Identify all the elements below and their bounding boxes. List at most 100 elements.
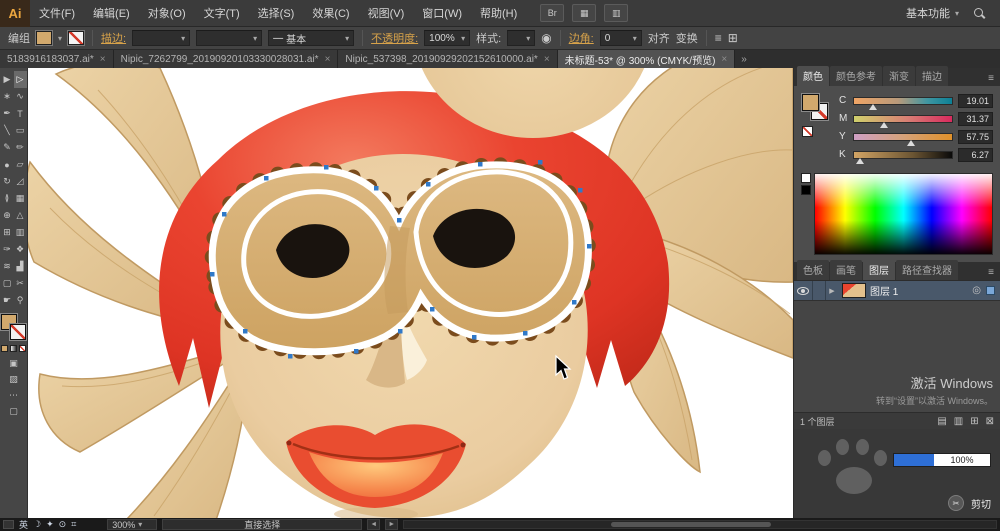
panel-tab-画笔[interactable]: 画笔 xyxy=(830,260,862,280)
recolor-artwork-icon[interactable]: ◉ xyxy=(541,31,551,45)
style-select[interactable]: ▾ xyxy=(507,30,535,46)
fill-proxy-swatch[interactable] xyxy=(802,94,819,111)
workspace-icon[interactable]: ▥ xyxy=(604,4,628,22)
delete-layer-icon[interactable]: ⊠ xyxy=(986,416,994,427)
draw-behind-icon[interactable]: ▨ xyxy=(9,374,18,385)
menu-item[interactable]: 文字(T) xyxy=(195,0,249,26)
ime-settings-icon[interactable]: ⊙ xyxy=(59,519,67,530)
slider-thumb[interactable] xyxy=(907,136,915,146)
panel-tab-色板[interactable]: 色板 xyxy=(797,260,829,280)
slider-y[interactable] xyxy=(853,133,953,141)
width-tool[interactable]: ≬ xyxy=(1,190,14,207)
type-tool[interactable]: T xyxy=(14,105,27,122)
new-sublayer-icon[interactable]: ▥ xyxy=(954,416,963,427)
ime-emoji-icon[interactable]: ✦ xyxy=(46,519,54,530)
perspective-grid-tool[interactable]: △ xyxy=(14,207,27,224)
taskbar-icon[interactable] xyxy=(3,520,14,529)
menu-item[interactable]: 视图(V) xyxy=(359,0,414,26)
zoom-tool[interactable]: ⚲ xyxy=(14,292,27,309)
fill-dropdown-icon[interactable]: ▾ xyxy=(58,34,62,43)
brush-definition-select[interactable]: ― 基本 ▾ xyxy=(268,30,354,46)
expand-layer-icon[interactable]: ▶ xyxy=(826,287,838,295)
selection-tool[interactable]: ▶ xyxy=(1,71,14,88)
eraser-tool[interactable]: ▱ xyxy=(14,156,27,173)
menu-item[interactable]: 窗口(W) xyxy=(413,0,471,26)
corner-link[interactable]: 边角: xyxy=(569,30,594,46)
close-tab-icon[interactable]: × xyxy=(721,54,727,65)
menu-item[interactable]: 对象(O) xyxy=(139,0,195,26)
menu-item[interactable]: 选择(S) xyxy=(249,0,304,26)
workspace-switcher[interactable]: 基本功能 ▾ xyxy=(906,5,959,21)
artboard-tool[interactable]: ▢ xyxy=(1,275,14,292)
fill-color-swatch[interactable] xyxy=(36,31,52,45)
horizontal-scrollbar[interactable] xyxy=(403,520,997,529)
new-layer-icon[interactable]: ⊞ xyxy=(970,416,978,427)
stroke-proxy-swatch[interactable] xyxy=(10,324,26,340)
document-tab-2[interactable]: Nipic_7262799_20190920103330028031.ai*× xyxy=(114,50,339,68)
panel-tab-描边[interactable]: 描边 xyxy=(916,66,948,86)
draw-normal-icon[interactable]: ▣ xyxy=(9,358,18,369)
symbol-sprayer-tool[interactable]: ≋ xyxy=(1,258,14,275)
document-tab-1[interactable]: 5183916183037.ai*× xyxy=(0,50,114,68)
close-tab-icon[interactable]: × xyxy=(325,54,331,65)
opacity-select[interactable]: 100% ▾ xyxy=(424,30,470,46)
mesh-tool[interactable]: ⊞ xyxy=(1,224,14,241)
slider-value-y[interactable]: 57.75 xyxy=(958,130,993,144)
column-graph-tool[interactable]: ▟ xyxy=(14,258,27,275)
gradient-mode-button[interactable] xyxy=(10,345,17,352)
scrollbar-thumb[interactable] xyxy=(611,522,771,527)
ime-lang-indicator[interactable]: 英 xyxy=(19,518,28,531)
menu-item[interactable]: 编辑(E) xyxy=(84,0,139,26)
transform-label[interactable]: 变换 xyxy=(676,30,698,46)
color-spectrum[interactable] xyxy=(814,173,993,255)
none-swatch[interactable] xyxy=(802,126,813,137)
black-swatch[interactable] xyxy=(801,185,811,195)
scale-tool[interactable]: ◿ xyxy=(14,173,27,190)
document-tab-4[interactable]: 未标题-53* @ 300% (CMYK/预览)× xyxy=(558,50,736,68)
more-options-icon[interactable]: ⋯ xyxy=(9,390,18,401)
scissors-icon[interactable]: ✂ xyxy=(948,495,964,511)
stroke-color-swatch[interactable] xyxy=(68,31,84,45)
slider-c[interactable] xyxy=(853,97,953,105)
layer-row[interactable]: ▶图层 1◎ xyxy=(794,281,1000,301)
search-icon[interactable] xyxy=(973,7,986,20)
panel-tab-颜色参考[interactable]: 颜色参考 xyxy=(830,66,882,86)
stroke-weight-select[interactable]: ▾ xyxy=(132,30,190,46)
gradient-tool[interactable]: ▥ xyxy=(14,224,27,241)
make-clipping-mask-icon[interactable]: ▤ xyxy=(937,416,946,427)
eyedropper-tool[interactable]: ✑ xyxy=(1,241,14,258)
slider-thumb[interactable] xyxy=(856,154,864,164)
document-tab-3[interactable]: Nipic_537398_20190929202152610000.ai*× xyxy=(338,50,557,68)
slider-value-k[interactable]: 6.27 xyxy=(958,148,993,162)
panel-menu-icon[interactable]: ≡ xyxy=(985,265,997,280)
free-transform-tool[interactable]: ▦ xyxy=(14,190,27,207)
layer-target-icon[interactable]: ◎ xyxy=(972,285,981,296)
align-options-icon[interactable]: ≡ xyxy=(715,31,722,45)
canvas[interactable] xyxy=(28,68,793,518)
slider-thumb[interactable] xyxy=(880,118,888,128)
visibility-toggle[interactable] xyxy=(794,281,813,300)
pen-tool[interactable]: ✒ xyxy=(1,105,14,122)
blob-brush-tool[interactable]: ● xyxy=(1,156,14,173)
slider-value-c[interactable]: 19.01 xyxy=(958,94,993,108)
direct-selection-tool[interactable]: ▷ xyxy=(14,71,27,88)
magic-wand-tool[interactable]: ∗ xyxy=(1,88,14,105)
line-segment-tool[interactable]: ╲ xyxy=(1,122,14,139)
panel-tab-颜色[interactable]: 颜色 xyxy=(797,66,829,86)
panel-tab-渐变[interactable]: 渐变 xyxy=(883,66,915,86)
blend-tool[interactable]: ❖ xyxy=(14,241,27,258)
none-mode-button[interactable] xyxy=(19,345,26,352)
color-mode-button[interactable] xyxy=(1,345,8,352)
screen-mode-icon[interactable]: ▢ xyxy=(9,406,18,417)
slider-m[interactable] xyxy=(853,115,953,123)
white-swatch[interactable] xyxy=(801,173,811,183)
close-tab-icon[interactable]: × xyxy=(100,54,106,65)
tab-overflow-icon[interactable]: » xyxy=(735,50,753,68)
arrange-documents-icon[interactable]: ▦ xyxy=(572,4,596,22)
menu-item[interactable]: 帮助(H) xyxy=(471,0,526,26)
slider-value-m[interactable]: 31.37 xyxy=(958,112,993,126)
panel-menu-icon[interactable]: ≡ xyxy=(985,71,997,86)
menu-item[interactable]: 效果(C) xyxy=(303,0,358,26)
corner-value-select[interactable]: 0 ▾ xyxy=(600,30,642,46)
opacity-panel-link[interactable]: 不透明度: xyxy=(371,30,418,46)
